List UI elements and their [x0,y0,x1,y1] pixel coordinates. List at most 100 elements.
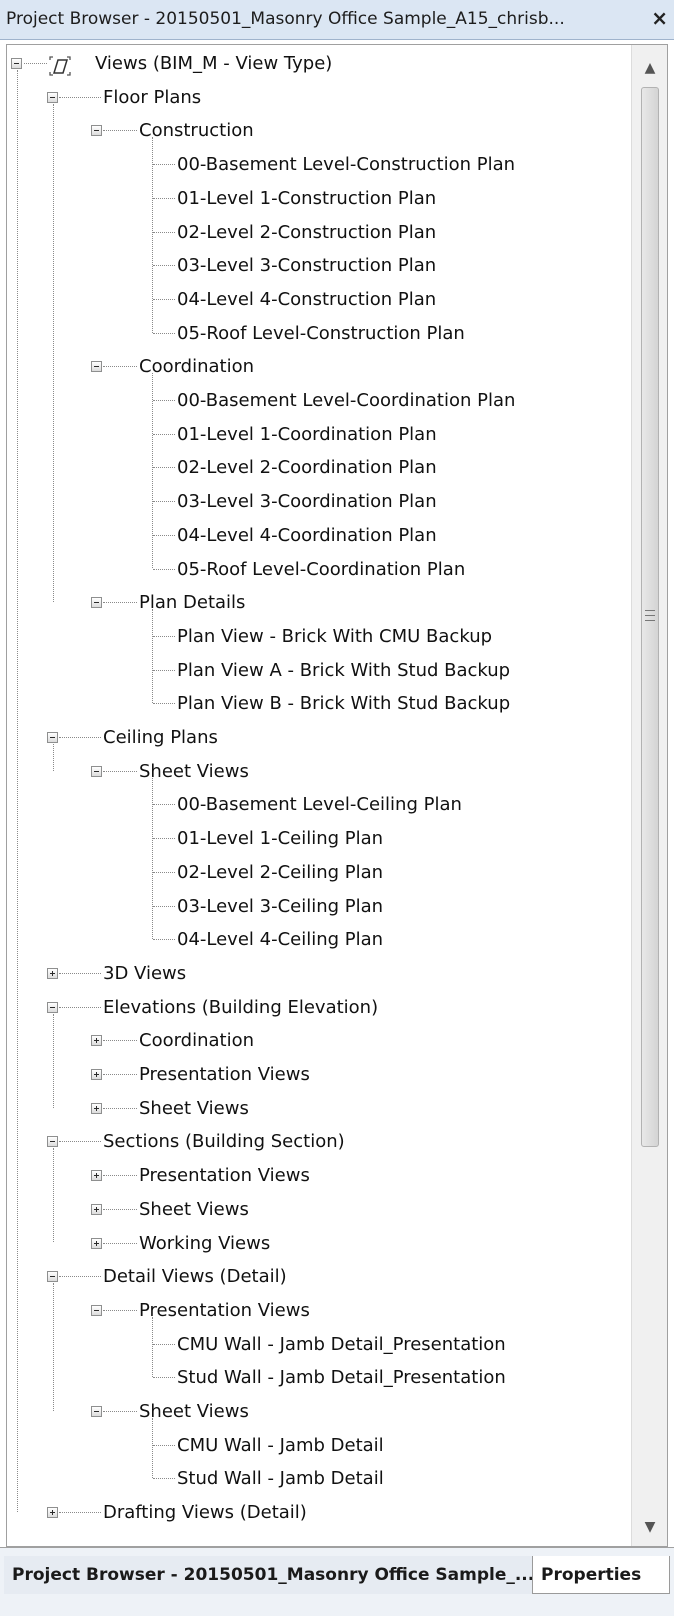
tree-item-label: 00-Basement Level-Construction Plan [177,154,516,176]
tree-item-view[interactable]: 04-Level 4-Construction Plan [7,283,627,316]
tree-item-group[interactable]: Views (BIM_M - View Type) [7,47,627,80]
collapse-toggle-icon[interactable] [47,1271,58,1283]
tree-item-group[interactable]: Presentation Views [7,1058,627,1091]
tree-item-view[interactable]: Stud Wall - Jamb Detail [7,1462,627,1495]
scroll-up-arrow-icon[interactable]: ▲ [632,53,667,83]
tree-connector-line [103,1411,137,1412]
tree-item-view[interactable]: CMU Wall - Jamb Detail [7,1429,627,1462]
tree-item-label: 04-Level 4-Ceiling Plan [177,929,384,951]
tree-connector-line [103,366,137,368]
tree-item-group[interactable]: Sections (Building Section) [7,1125,627,1158]
tree-item-view[interactable]: 03-Level 3-Ceiling Plan [7,890,627,923]
expand-toggle-icon[interactable] [91,1170,102,1182]
tree-item-label: CMU Wall - Jamb Detail_Presentation [177,1333,506,1355]
tree-item-label: 03-Level 3-Construction Plan [177,255,437,277]
collapse-toggle-icon[interactable] [91,1406,102,1417]
collapse-toggle-icon[interactable] [47,91,58,103]
expand-toggle-icon[interactable] [47,1507,58,1519]
tree-item-view[interactable]: Plan View A - Brick With Stud Backup [7,654,627,687]
tree-item-group[interactable]: Sheet Views [7,1395,627,1428]
scroll-down-arrow-icon[interactable]: ▼ [632,1512,667,1542]
tree-item-view[interactable]: Plan View - Brick With CMU Backup [7,620,627,653]
tree-guide-line [152,609,153,704]
tree-item-group[interactable]: Drafting Views (Detail) [7,1496,627,1529]
tree-item-view[interactable]: Plan View B - Brick With Stud Backup [7,687,627,720]
collapse-toggle-icon[interactable] [47,1001,58,1013]
tree-item-label: Sections (Building Section) [103,1131,345,1153]
tree-guide-line [152,777,153,940]
tree-item-group[interactable]: Ceiling Plans [7,721,627,754]
tree-item-view[interactable]: 05-Roof Level-Construction Plan [7,317,627,350]
tree-item-group[interactable]: Sheet Views [7,1092,627,1125]
expand-toggle-icon[interactable] [91,1035,102,1047]
tree-item-label: Drafting Views (Detail) [103,1502,307,1524]
tree-item-group[interactable]: Construction [7,114,627,147]
tree-connector-line [153,298,175,300]
collapse-toggle-icon[interactable] [91,597,102,609]
tree-connector-line [153,265,175,267]
tree-item-label: Plan Details [139,592,246,614]
collapse-toggle-icon[interactable] [91,125,102,137]
tree-item-group[interactable]: Elevations (Building Elevation) [7,991,627,1024]
tree-item-group[interactable]: Coordination [7,350,627,383]
tree-item-view[interactable]: 03-Level 3-Construction Plan [7,249,627,282]
tab-properties[interactable]: Properties [532,1556,670,1594]
tree-item-view[interactable]: 00-Basement Level-Ceiling Plan [7,788,627,821]
expand-toggle-icon[interactable] [91,1203,102,1215]
tree-item-view[interactable]: 01-Level 1-Coordination Plan [7,418,627,451]
tree-item-group[interactable]: Sheet Views [7,755,627,788]
tree-item-view[interactable]: 00-Basement Level-Coordination Plan [7,384,627,417]
tree-connector-line [153,838,175,840]
tree-item-view[interactable]: 05-Roof Level-Coordination Plan [7,553,627,586]
tree-item-label: Stud Wall - Jamb Detail_Presentation [177,1367,506,1389]
expand-toggle-icon[interactable] [91,1237,102,1249]
collapse-toggle-icon[interactable] [47,732,58,743]
tab-project-browser[interactable]: Project Browser - 20150501_Masonry Offic… [4,1556,534,1594]
tree-item-view[interactable]: 01-Level 1-Construction Plan [7,182,627,215]
tree-connector-line [59,1276,101,1278]
tree-item-view[interactable]: CMU Wall - Jamb Detail_Presentation [7,1328,627,1361]
tree-item-view[interactable]: 02-Level 2-Ceiling Plan [7,856,627,889]
tree-item-label: 01-Level 1-Coordination Plan [177,423,437,445]
tree-item-group[interactable]: Coordination [7,1024,627,1057]
expand-toggle-icon[interactable] [91,1102,102,1114]
tree-item-label: Elevations (Building Elevation) [103,996,379,1018]
tree-item-group[interactable]: Floor Plans [7,81,627,114]
tree-connector-line [103,1175,137,1177]
vertical-scrollbar[interactable]: ▲ ▼ [631,45,667,1546]
collapse-toggle-icon[interactable] [91,361,102,373]
collapse-toggle-icon[interactable] [91,765,102,777]
tree-item-view[interactable]: 02-Level 2-Construction Plan [7,216,627,249]
tree-item-view[interactable]: 01-Level 1-Ceiling Plan [7,822,627,855]
tree-connector-line [103,602,137,604]
tree-item-view[interactable]: 00-Basement Level-Construction Plan [7,148,627,181]
scrollbar-thumb[interactable] [641,87,659,1147]
close-icon[interactable]: × [651,6,668,30]
tree-item-label: 04-Level 4-Construction Plan [177,288,437,310]
tree-connector-line [153,433,175,435]
tree-item-group[interactable]: Plan Details [7,586,627,619]
expand-toggle-icon[interactable] [91,1069,102,1080]
tree-item-view[interactable]: 04-Level 4-Ceiling Plan [7,923,627,956]
tree-item-view[interactable]: Stud Wall - Jamb Detail_Presentation [7,1361,627,1394]
tree-connector-line [153,1377,175,1379]
tree-item-view[interactable]: 02-Level 2-Coordination Plan [7,451,627,484]
tree-item-group[interactable]: Working Views [7,1227,627,1260]
tree-item-group[interactable]: 3D Views [7,957,627,990]
tree-connector-line [59,1141,101,1143]
expand-toggle-icon[interactable] [47,967,58,979]
tree-guide-line [53,1283,54,1411]
tree-item-label: Plan View A - Brick With Stud Backup [177,659,511,681]
tree-item-group[interactable]: Presentation Views [7,1294,627,1327]
tree-item-view[interactable]: 04-Level 4-Coordination Plan [7,519,627,552]
tree-item-label: Views (BIM_M - View Type) [95,53,333,74]
collapse-toggle-icon[interactable] [91,1304,102,1316]
tree-connector-line [153,501,175,503]
tree-item-group[interactable]: Sheet Views [7,1193,627,1226]
tree-item-group[interactable]: Detail Views (Detail) [7,1260,627,1293]
tree-item-label: 01-Level 1-Ceiling Plan [177,828,384,850]
collapse-toggle-icon[interactable] [11,58,22,69]
tree-item-group[interactable]: Presentation Views [7,1159,627,1192]
tree-item-view[interactable]: 03-Level 3-Coordination Plan [7,485,627,518]
collapse-toggle-icon[interactable] [47,1136,58,1148]
